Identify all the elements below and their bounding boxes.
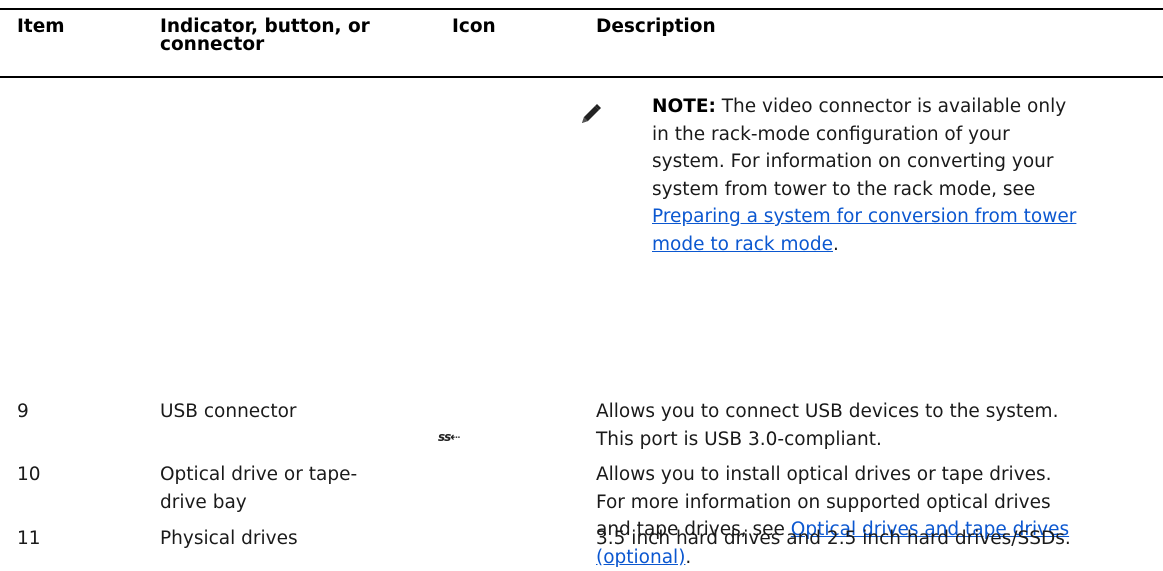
- pencil-note-icon: [580, 103, 602, 125]
- note-line-1: NOTE: The video connector is available o…: [652, 93, 1157, 121]
- header-indicator: Indicator, button, or connector: [160, 18, 420, 54]
- conversion-link-part-1[interactable]: Preparing a system for conversion from t…: [652, 206, 1076, 227]
- row-9-desc-line-1: Allows you to connect USB devices to the…: [596, 398, 1161, 426]
- row-10-desc-line-2: For more information on supported optica…: [596, 489, 1161, 517]
- row-10-name: Optical drive or tape- drive bay: [160, 461, 357, 516]
- header-icon: Icon: [452, 18, 496, 36]
- note-label: NOTE:: [652, 96, 716, 117]
- row-10-description: Allows you to install optical drives or …: [596, 461, 1161, 571]
- row-9-description: Allows you to connect USB devices to the…: [596, 398, 1161, 453]
- note-link-line-2: mode to rack mode.: [652, 231, 1157, 259]
- row-10-item-label: 10: [17, 461, 41, 489]
- row-9-item: 9: [17, 398, 29, 426]
- row-11-description: 3.5 inch hard drives and 2.5 inch hard d…: [596, 525, 1161, 553]
- note-line-3: system. For information on converting yo…: [652, 148, 1157, 176]
- conversion-link-part-2[interactable]: mode to rack mode: [652, 234, 833, 255]
- row-9-name: USB connector: [160, 398, 297, 426]
- note-link-suffix: .: [833, 234, 839, 255]
- row-11-item: 11: [17, 525, 41, 553]
- usb-3-superspeed-icon: ss⇠: [438, 430, 459, 444]
- row-10-name-line-2: drive bay: [160, 489, 357, 517]
- note-link-line-1: Preparing a system for conversion from t…: [652, 203, 1157, 231]
- note-line-4: system from tower to the rack mode, see: [652, 176, 1157, 204]
- table-top-rule: [0, 8, 1163, 10]
- row-10-name-line-1: Optical drive or tape-: [160, 461, 357, 489]
- header-item: Item: [17, 18, 65, 36]
- table-header-rule: [0, 76, 1163, 78]
- note-text-1: The video connector is available only: [716, 96, 1066, 117]
- note-line-2: in the rack-mode configuration of your: [652, 121, 1157, 149]
- row-11-name: Physical drives: [160, 525, 298, 553]
- row-10-desc-line-1: Allows you to install optical drives or …: [596, 461, 1161, 489]
- row-9-desc-line-2: This port is USB 3.0-compliant.: [596, 426, 1161, 454]
- note-block: NOTE: The video connector is available o…: [652, 93, 1157, 258]
- header-description: Description: [596, 18, 716, 36]
